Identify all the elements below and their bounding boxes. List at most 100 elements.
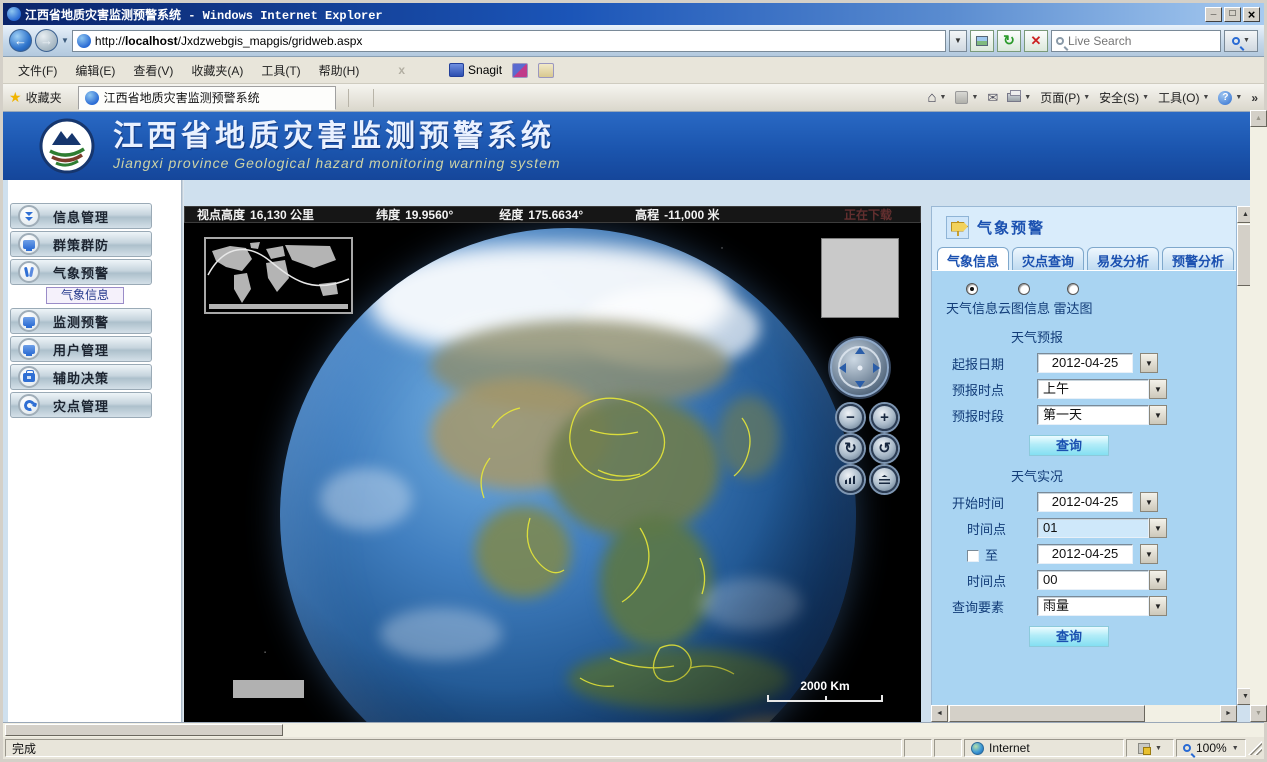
end-date-checkbox[interactable] xyxy=(967,550,979,562)
pan-down-icon[interactable] xyxy=(855,381,865,388)
pan-up-icon[interactable] xyxy=(855,347,865,354)
snagit-window-icon[interactable] xyxy=(538,63,554,78)
dropdown-arrow-icon[interactable] xyxy=(1149,379,1167,399)
tools-menu[interactable]: 工具(O) xyxy=(1158,89,1209,106)
scroll-up-icon[interactable] xyxy=(1250,110,1267,127)
history-dropdown-icon[interactable] xyxy=(61,36,69,45)
query-element-select[interactable]: 雨量 xyxy=(1037,596,1167,616)
sidebar-item-info-mgmt[interactable]: 信息管理 xyxy=(10,203,152,229)
tab-susceptibility-analysis[interactable]: 易发分析 xyxy=(1087,247,1159,270)
scrollbar-thumb[interactable] xyxy=(5,724,283,736)
scroll-right-icon[interactable] xyxy=(1220,705,1237,722)
zoom-control[interactable]: 100% xyxy=(1176,739,1246,757)
sidebar-item-user-mgmt[interactable]: 用户管理 xyxy=(10,336,152,362)
forward-button[interactable] xyxy=(35,29,58,52)
scroll-down-icon[interactable] xyxy=(1250,705,1267,722)
live-start-date-select[interactable]: 2012-04-25 xyxy=(1037,492,1158,512)
toolbar-close-icon[interactable]: x xyxy=(398,63,405,77)
radio-weather-info[interactable] xyxy=(966,283,978,295)
dropdown-arrow-icon[interactable] xyxy=(1232,745,1239,752)
help-menu[interactable] xyxy=(1218,91,1242,105)
scrollbar-thumb[interactable] xyxy=(949,705,1145,722)
tilt-up-button[interactable] xyxy=(837,466,864,493)
dropdown-arrow-icon[interactable] xyxy=(1149,518,1167,538)
live-end-hour-select[interactable]: 00 xyxy=(1037,570,1167,590)
forecast-query-button[interactable]: 查询 xyxy=(1029,435,1109,456)
snagit-toolbar-button[interactable]: Snagit xyxy=(449,63,502,77)
overflow-chevron-icon[interactable] xyxy=(1251,91,1258,105)
dropdown-arrow-icon[interactable] xyxy=(1155,745,1162,752)
page-vertical-scrollbar[interactable] xyxy=(1250,110,1267,722)
live-start-hour-select[interactable]: 01 xyxy=(1037,518,1167,538)
menu-favorites[interactable]: 收藏夹(A) xyxy=(182,59,252,82)
dropdown-arrow-icon[interactable] xyxy=(1149,405,1167,425)
back-button[interactable] xyxy=(9,29,32,52)
menu-help[interactable]: 帮助(H) xyxy=(310,59,369,82)
sidebar-item-weather-warning[interactable]: 气象预警 xyxy=(10,259,152,285)
favorites-label[interactable]: 收藏夹 xyxy=(26,89,62,106)
sidebar-item-hazard-point-mgmt[interactable]: 灾点管理 xyxy=(10,392,152,418)
rotate-cw-button[interactable]: ↻ xyxy=(837,435,864,462)
zoom-in-button[interactable]: + xyxy=(871,404,898,431)
globe-viewport[interactable]: 视点高度16,130 公里 纬度19.9560° 经度175.6634° 高程-… xyxy=(184,206,921,722)
compatibility-view-button[interactable] xyxy=(970,30,994,52)
minimize-button[interactable] xyxy=(1205,7,1222,22)
menu-edit[interactable]: 编辑(E) xyxy=(66,59,124,82)
tab-hazard-query[interactable]: 灾点查询 xyxy=(1012,247,1084,270)
scroll-left-icon[interactable] xyxy=(931,705,948,722)
snagit-capture-icon[interactable] xyxy=(512,63,528,78)
dropdown-arrow-icon[interactable] xyxy=(1140,353,1158,373)
zoom-out-button[interactable]: − xyxy=(837,404,864,431)
close-button[interactable] xyxy=(1243,7,1260,22)
menu-file[interactable]: 文件(F) xyxy=(9,59,66,82)
radio-radar-image[interactable] xyxy=(1067,283,1079,295)
dropdown-arrow-icon[interactable] xyxy=(1140,544,1158,564)
search-options-icon[interactable] xyxy=(1243,37,1250,44)
forecast-date-select[interactable]: 2012-04-25 xyxy=(1037,353,1158,373)
overview-world-map[interactable] xyxy=(204,237,353,314)
sidebar-item-monitor-warning[interactable]: 监测预警 xyxy=(10,308,152,334)
sidebar-item-group-prevention[interactable]: 群策群防 xyxy=(10,231,152,257)
search-input[interactable] xyxy=(1068,34,1223,48)
menu-tools[interactable]: 工具(T) xyxy=(252,59,309,82)
read-mail-button[interactable] xyxy=(987,90,998,106)
address-input[interactable]: http://localhost/Jxdzwebgis_mapgis/gridw… xyxy=(72,30,946,52)
feeds-button[interactable] xyxy=(955,91,978,104)
dropdown-arrow-icon[interactable] xyxy=(1149,570,1167,590)
print-button[interactable] xyxy=(1007,93,1031,102)
protected-mode-cell[interactable] xyxy=(1126,739,1174,757)
favorites-star-icon[interactable] xyxy=(9,89,22,106)
refresh-button[interactable] xyxy=(997,30,1021,52)
space-background[interactable]: − + ↻ ↺ 2000 Km xyxy=(184,223,921,722)
pan-right-icon[interactable] xyxy=(873,363,880,373)
pan-control[interactable] xyxy=(830,338,889,397)
radio-cloud-image[interactable] xyxy=(1018,283,1030,295)
live-search-box[interactable] xyxy=(1051,30,1221,52)
tilt-down-button[interactable] xyxy=(871,466,898,493)
resize-grip[interactable] xyxy=(1248,741,1262,755)
forecast-period-select[interactable]: 上午 xyxy=(1037,379,1167,399)
tab-warning-analysis[interactable]: 预警分析 xyxy=(1162,247,1234,270)
page-menu[interactable]: 页面(P) xyxy=(1040,89,1090,106)
live-query-button[interactable]: 查询 xyxy=(1029,626,1109,647)
sidebar-item-decision-support[interactable]: 辅助决策 xyxy=(10,364,152,390)
tab-weather-info[interactable]: 气象信息 xyxy=(937,247,1009,270)
page-horizontal-scrollbar[interactable] xyxy=(3,722,1264,737)
rotate-ccw-button[interactable]: ↺ xyxy=(871,435,898,462)
safety-menu[interactable]: 安全(S) xyxy=(1099,89,1149,106)
pan-left-icon[interactable] xyxy=(839,363,846,373)
earth-globe[interactable] xyxy=(280,228,856,722)
search-go-button[interactable] xyxy=(1224,30,1258,52)
home-button[interactable] xyxy=(927,89,946,106)
menu-view[interactable]: 查看(V) xyxy=(124,59,182,82)
address-dropdown-button[interactable] xyxy=(949,30,967,52)
live-end-date-select[interactable]: 2012-04-25 xyxy=(1037,544,1158,564)
forecast-day-select[interactable]: 第一天 xyxy=(1037,405,1167,425)
stop-button[interactable] xyxy=(1024,30,1048,52)
panel-horizontal-scrollbar[interactable] xyxy=(931,705,1237,722)
sidebar-subitem-weather-info[interactable]: 气象信息 xyxy=(46,287,124,304)
browser-tab[interactable]: 江西省地质灾害监测预警系统 xyxy=(78,86,336,110)
dropdown-arrow-icon[interactable] xyxy=(1149,596,1167,616)
dropdown-arrow-icon[interactable] xyxy=(1140,492,1158,512)
maximize-button[interactable] xyxy=(1224,7,1241,22)
